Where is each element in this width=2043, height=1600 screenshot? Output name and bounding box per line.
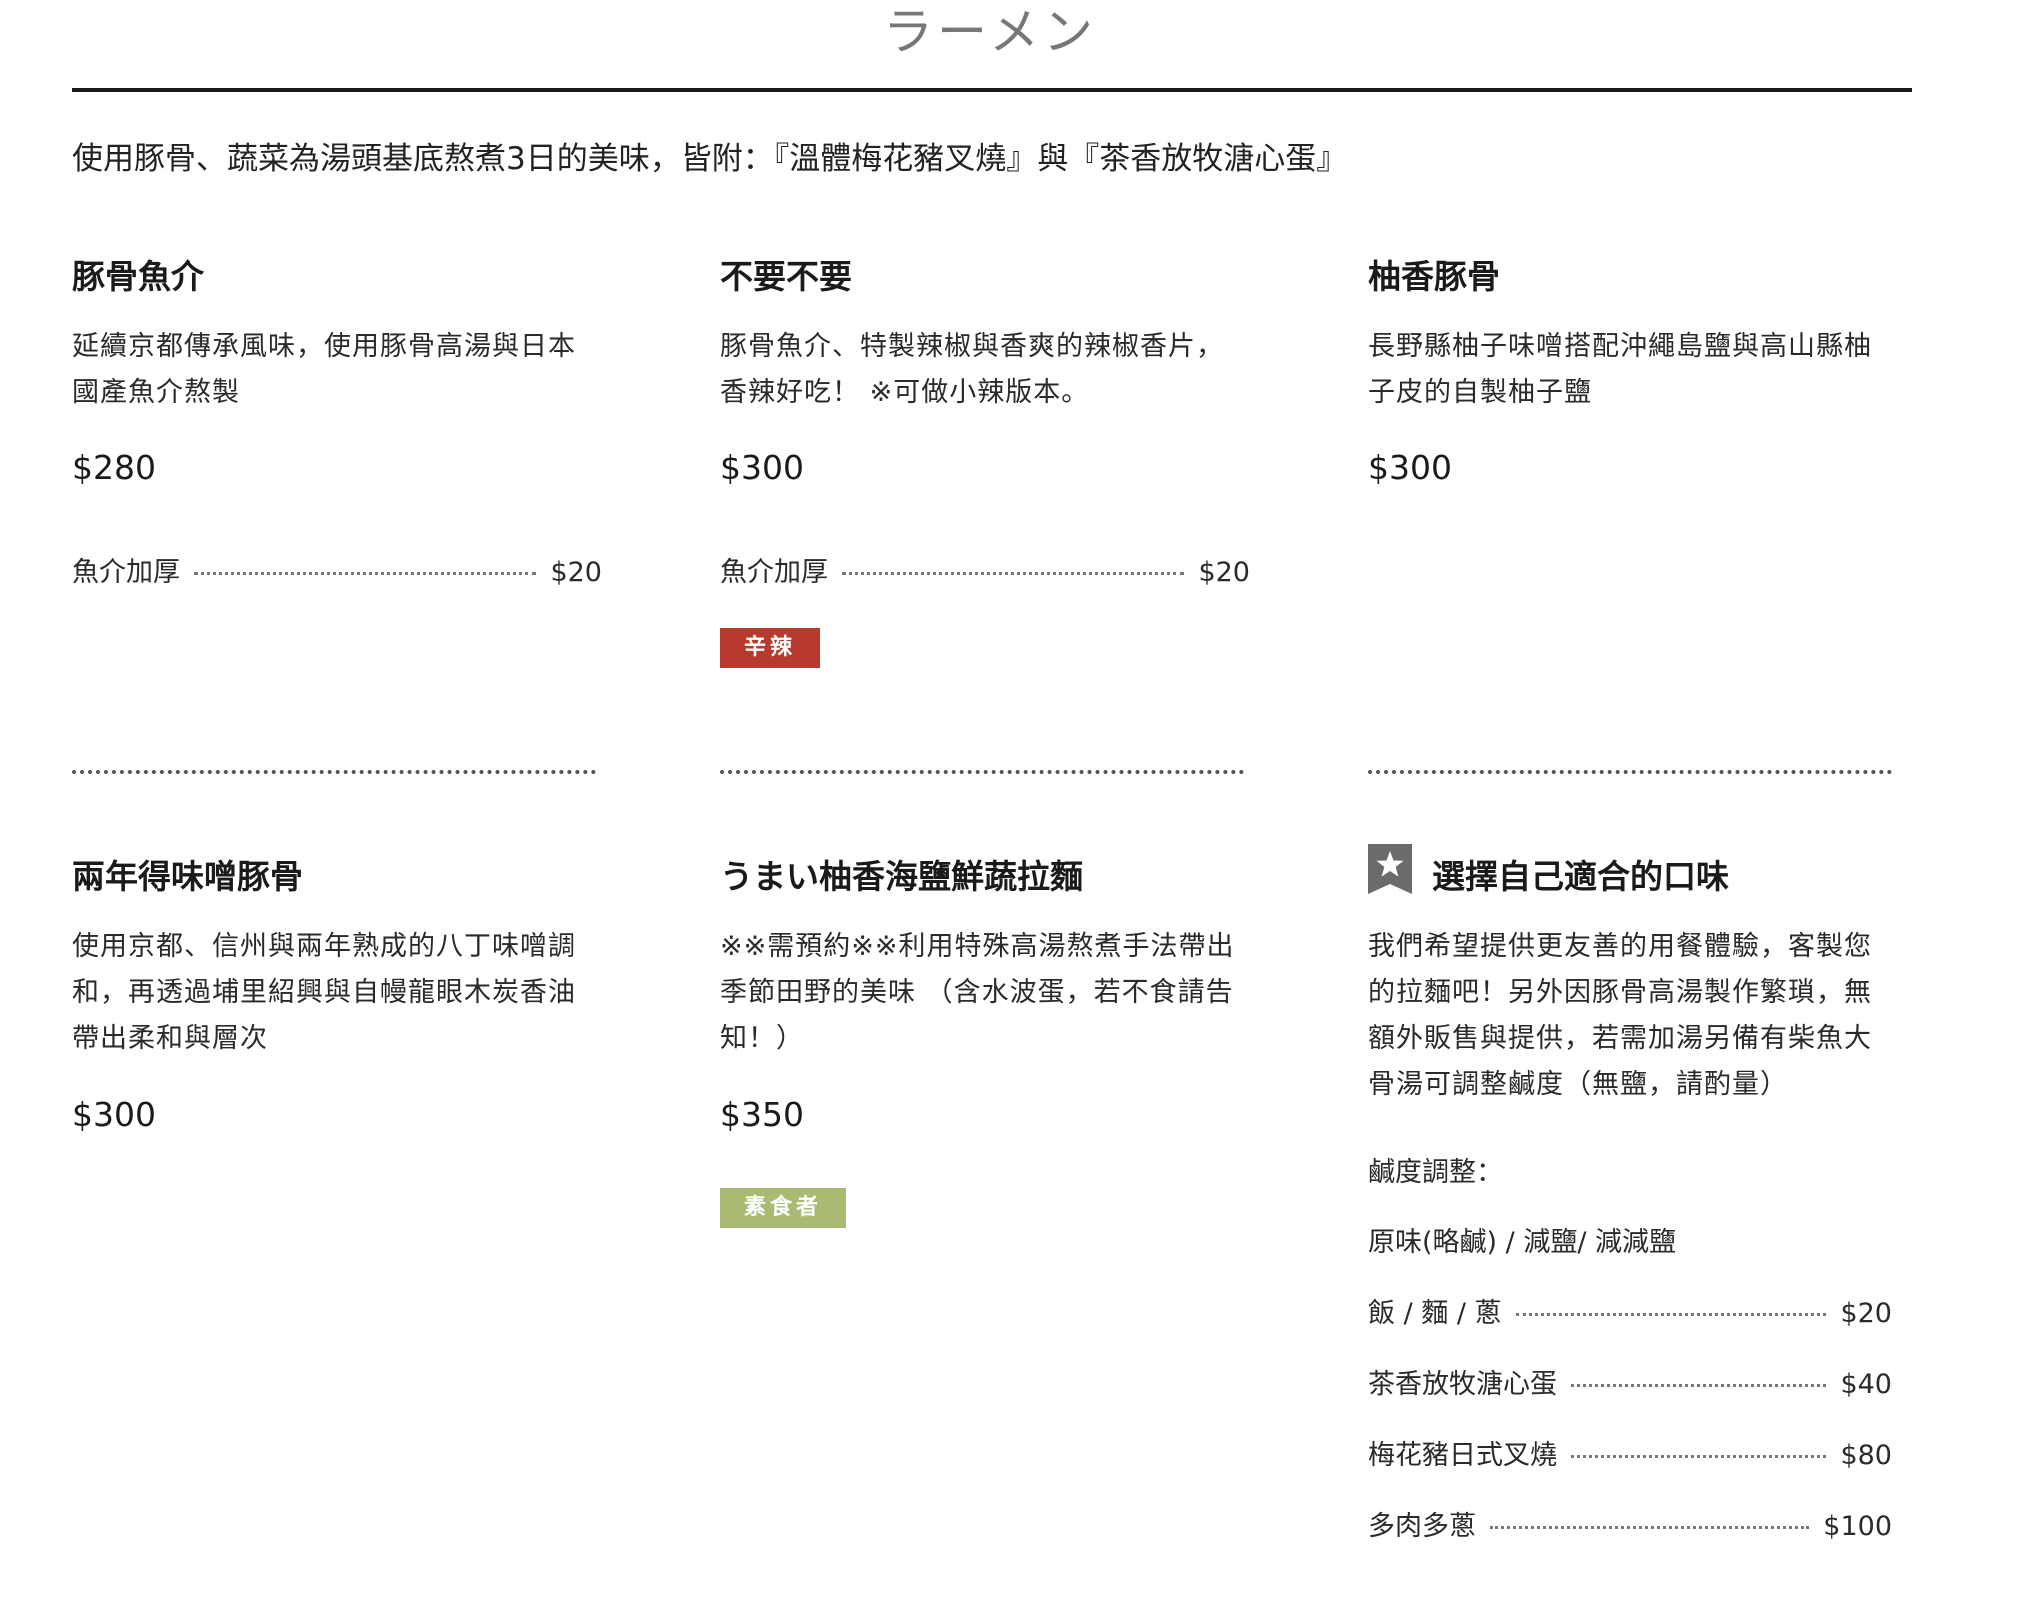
extra-price: $80 — [1840, 1440, 1892, 1471]
menu-item-desc: 延續京都傳承風味，使用豚骨高湯與日本國產魚介熬製 — [72, 331, 576, 408]
addon-row: 魚介加厚 $20 — [720, 550, 1250, 590]
title-divider — [72, 88, 1912, 92]
dot-leader — [1571, 1455, 1827, 1458]
extra-row: 多肉多蔥 $100 — [1368, 1504, 1892, 1544]
extra-label: 飯 / 麵 / 蔥 — [1368, 1298, 1502, 1329]
ramen-menu-page: ラーメン 使用豚骨、蔬菜為湯頭基底熬煮3日的美味，皆附：『溫體梅花豬叉燒』與『茶… — [0, 0, 2043, 1600]
menu-item-price: $300 — [720, 448, 804, 487]
addon-price: $20 — [1198, 557, 1250, 588]
extra-row: 茶香放牧溏心蛋 $40 — [1368, 1362, 1892, 1402]
extra-price: $20 — [1840, 1298, 1892, 1329]
menu-item-price: $300 — [1368, 448, 1452, 487]
extra-row: 梅花豬日式叉燒 $80 — [1368, 1433, 1892, 1473]
addon-row: 魚介加厚 $20 — [72, 550, 602, 590]
addon-price: $20 — [550, 557, 602, 588]
dot-leader — [1515, 1313, 1827, 1316]
menu-item-name: 豚骨魚介 — [72, 257, 204, 296]
dot-leader — [1490, 1526, 1810, 1529]
dot-leader — [842, 572, 1185, 575]
menu-item-name: 兩年得味噌豚骨 — [72, 857, 303, 896]
menu-item-desc: 使用京都、信州與兩年熟成的八丁味噌調和，再透過埔里紹興與自幔龍眼木炭香油帶出柔和… — [72, 931, 576, 1054]
extra-price: $100 — [1823, 1511, 1892, 1542]
star-badge-icon — [1368, 844, 1412, 894]
item-divider — [720, 770, 1244, 774]
menu-item-name: 不要不要 — [720, 257, 852, 296]
menu-item-name: うまい柚香海鹽鮮蔬拉麵 — [720, 857, 1083, 896]
menu-item-price: $350 — [720, 1095, 804, 1134]
item-divider — [72, 770, 596, 774]
dot-leader — [194, 572, 537, 575]
extra-price: $40 — [1840, 1369, 1892, 1400]
page-title: ラーメン — [883, 3, 1097, 61]
extra-label: 梅花豬日式叉燒 — [1368, 1440, 1557, 1471]
menu-item-name: 柚香豚骨 — [1368, 257, 1500, 296]
menu-item-desc: 豚骨魚介、特製辣椒與香爽的辣椒香片，香辣好吃！ ※可做小辣版本。 — [720, 331, 1224, 408]
intro-text: 使用豚骨、蔬菜為湯頭基底熬煮3日的美味，皆附：『溫體梅花豬叉燒』與『茶香放牧溏心… — [72, 141, 1348, 177]
menu-item-desc: ※※需預約※※利用特殊高湯熬煮手法帶出季節田野的美味 （含水波蛋，若不食請告知！… — [720, 931, 1235, 1054]
menu-item-price: $280 — [72, 448, 156, 487]
salt-label: 鹹度調整： — [1368, 1157, 1503, 1188]
customize-title: 選擇自己適合的口味 — [1432, 857, 1729, 896]
item-divider — [1368, 770, 1892, 774]
addon-label: 魚介加厚 — [72, 557, 180, 588]
menu-item-desc: 長野縣柚子味噌搭配沖繩島鹽與高山縣柚子皮的自製柚子鹽 — [1368, 331, 1872, 408]
extra-row: 飯 / 麵 / 蔥 $20 — [1368, 1291, 1892, 1331]
extra-label: 茶香放牧溏心蛋 — [1368, 1369, 1557, 1400]
salt-options: 原味(略鹹) / 減鹽/ 減減鹽 — [1368, 1227, 1677, 1258]
customize-desc: 我們希望提供更友善的用餐體驗，客製您的拉麵吧！另外因豚骨高湯製作繁瑣，無額外販售… — [1368, 931, 1872, 1100]
menu-item-price: $300 — [72, 1095, 156, 1134]
dot-leader — [1571, 1384, 1827, 1387]
addon-label: 魚介加厚 — [720, 557, 828, 588]
extra-label: 多肉多蔥 — [1368, 1511, 1476, 1542]
vegetarian-tag: 素食者 — [720, 1188, 846, 1228]
spicy-tag: 辛辣 — [720, 628, 820, 668]
